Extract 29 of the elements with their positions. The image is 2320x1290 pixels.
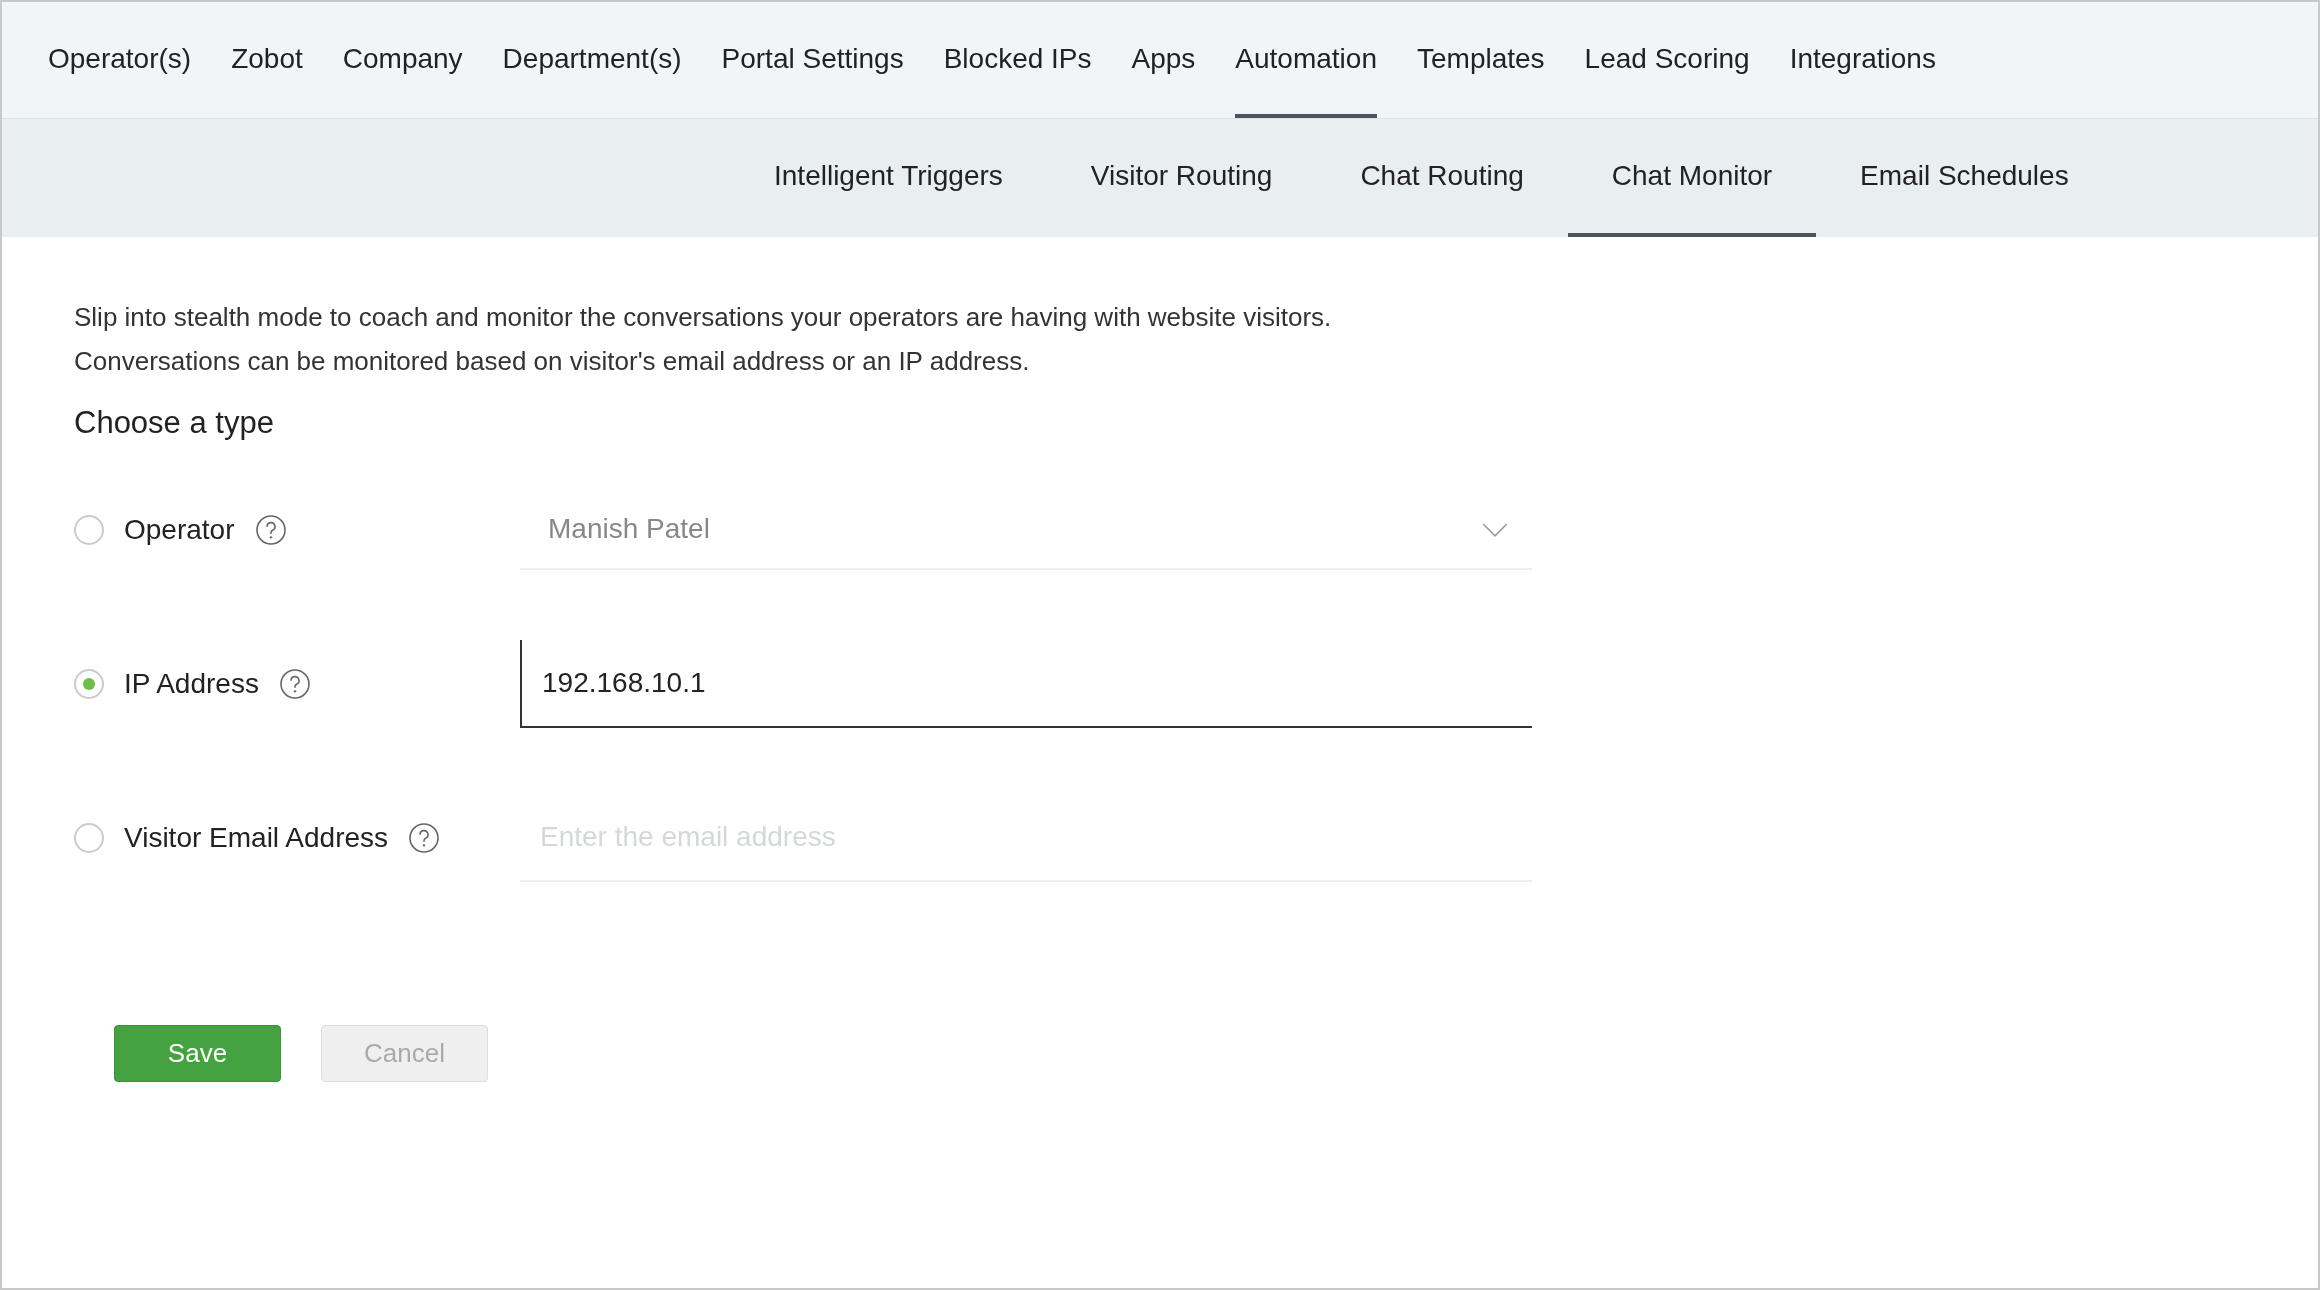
radio-button[interactable]: [74, 823, 104, 853]
sub-tab[interactable]: Email Schedules: [1816, 119, 2113, 237]
option-label: Visitor Email Address: [124, 822, 389, 854]
option-label: IP Address: [124, 668, 259, 700]
sub-tab[interactable]: Visitor Routing: [1046, 119, 1317, 237]
nav-tab[interactable]: Zobot: [231, 2, 303, 118]
radio-button[interactable]: [74, 669, 104, 699]
radio-button[interactable]: [74, 515, 104, 545]
nav-tab[interactable]: Department(s): [502, 2, 682, 118]
nav-tab[interactable]: Integrations: [1789, 2, 1936, 118]
dropdown-field[interactable]: Manish Patel: [520, 490, 1532, 570]
nav-tab[interactable]: Blocked IPs: [943, 2, 1092, 118]
help-icon[interactable]: [408, 822, 441, 854]
option-label: Operator: [124, 514, 235, 546]
help-icon[interactable]: [278, 668, 311, 700]
sub-tab[interactable]: Chat Monitor: [1567, 119, 1817, 237]
sub-tab[interactable]: Chat Routing: [1316, 119, 1568, 237]
nav-tab[interactable]: Apps: [1131, 2, 1196, 118]
section-title: Choose a type: [74, 405, 275, 441]
nav-tab[interactable]: Company: [342, 2, 463, 118]
description-text: Slip into stealth mode to coach and monitor the conversations your operators are having with website visitors.: [74, 301, 1333, 334]
nav-tab[interactable]: Operator(s): [48, 2, 192, 118]
help-icon[interactable]: [254, 514, 287, 546]
input-field[interactable]: 192.168.10.1: [520, 640, 1532, 728]
nav-tab[interactable]: Templates: [1417, 2, 1545, 118]
nav-tab[interactable]: Lead Scoring: [1584, 2, 1750, 118]
nav-tab[interactable]: Portal Settings: [721, 2, 904, 118]
description-text: Conversations can be monitored based on visitor's email address or an IP address.: [74, 345, 1031, 378]
sub-tab[interactable]: Intelligent Triggers: [730, 119, 1047, 237]
